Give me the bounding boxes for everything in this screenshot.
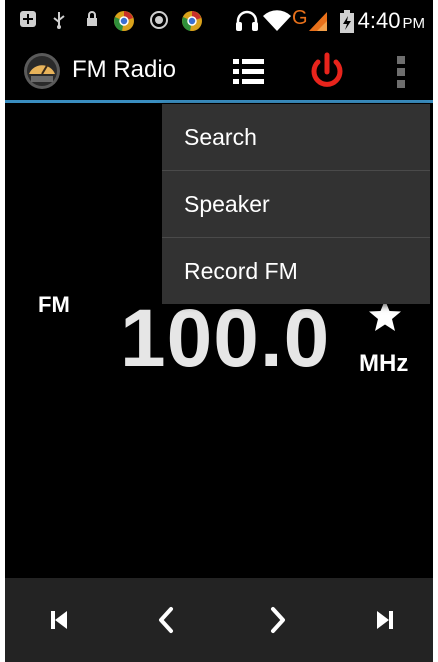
plus-box-icon xyxy=(20,11,36,27)
action-bar-divider xyxy=(5,100,433,103)
overflow-menu-icon[interactable] xyxy=(391,52,411,92)
app-action-bar xyxy=(5,40,433,102)
compass-icon xyxy=(150,11,168,29)
lock-icon xyxy=(87,11,97,26)
power-icon[interactable] xyxy=(305,50,349,94)
frequency-display: 100.0 xyxy=(120,293,331,384)
signal-icon xyxy=(309,12,327,31)
skip-previous-icon[interactable] xyxy=(35,596,83,644)
chrome-icon xyxy=(114,11,134,31)
playback-control-bar xyxy=(5,578,433,662)
seek-previous-icon[interactable] xyxy=(143,596,191,644)
status-bar: G 4:40 PM xyxy=(5,0,433,40)
fm-radio-screen: G 4:40 PM FM Radio FM 100.0 MHz Search S… xyxy=(5,0,433,662)
overflow-menu: Search Speaker Record FM xyxy=(162,104,430,304)
network-g-icon: G xyxy=(292,7,308,29)
channel-list-icon[interactable] xyxy=(229,52,269,92)
band-label: FM xyxy=(38,292,70,317)
seek-next-icon[interactable] xyxy=(253,596,301,644)
radio-dial-icon[interactable] xyxy=(23,52,61,90)
headset-icon xyxy=(236,10,258,31)
chrome-icon xyxy=(182,11,202,31)
menu-item-search[interactable]: Search xyxy=(162,104,430,171)
status-time: 4:40 xyxy=(357,8,401,33)
status-clock: 4:40 PM xyxy=(358,8,425,34)
battery-charging-icon xyxy=(340,10,354,33)
menu-item-record-fm[interactable]: Record FM xyxy=(162,238,430,304)
skip-next-icon[interactable] xyxy=(361,596,409,644)
usb-icon xyxy=(53,12,65,29)
status-ampm: PM xyxy=(402,15,426,32)
app-title: FM Radio xyxy=(72,56,177,83)
menu-item-speaker[interactable]: Speaker xyxy=(162,171,430,238)
wifi-icon xyxy=(263,10,291,32)
frequency-unit: MHz xyxy=(359,350,409,377)
